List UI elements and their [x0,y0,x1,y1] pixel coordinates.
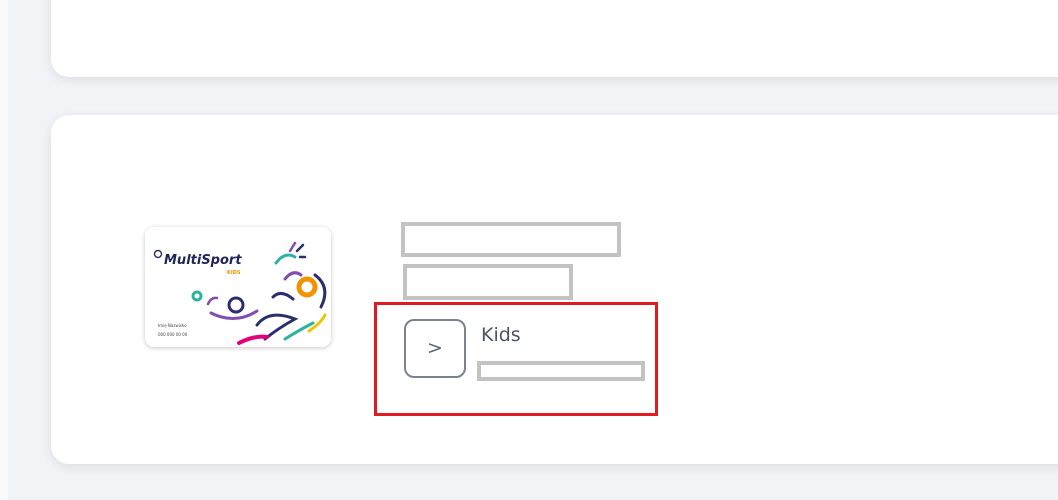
multisport-card-artwork: MultiSport KIDS Imię Nazwisko 000 000 00… [145,227,331,347]
redacted-detail [477,361,645,381]
card-logo-text: MultiSport [164,253,242,268]
redacted-title [401,222,621,257]
card-number: 000 000 00 00 [158,332,188,337]
benefit-label: Kids [481,324,521,346]
chevron-right-icon[interactable]: > [404,319,466,378]
card-holder-name: Imię Nazwisko [158,323,187,328]
expand-symbol: > [427,337,443,359]
multisport-kids-card-image: MultiSport KIDS Imię Nazwisko 000 000 00… [145,227,331,347]
card-logo-sub: KIDS [227,270,241,276]
previous-card [51,0,1058,77]
left-rail [0,0,8,500]
redacted-subtitle [403,264,573,300]
